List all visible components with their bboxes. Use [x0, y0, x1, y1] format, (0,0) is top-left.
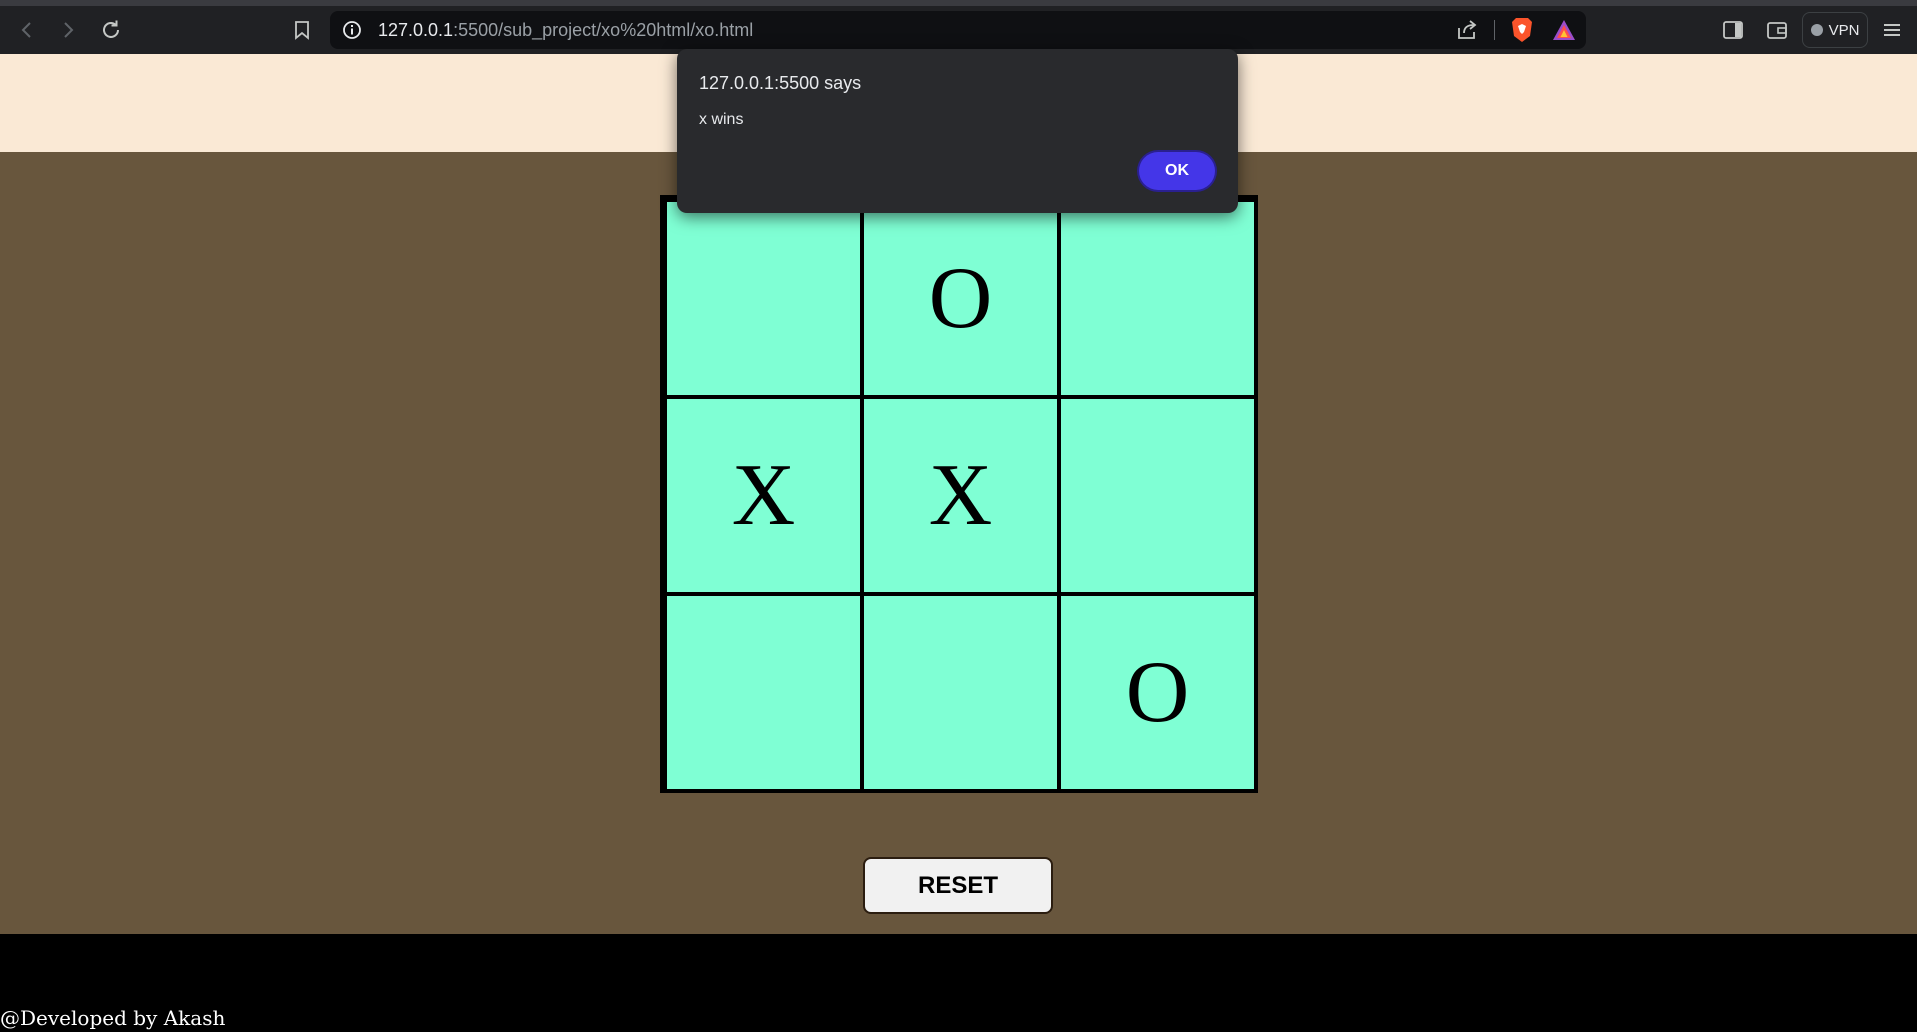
sidebar-icon[interactable]	[1721, 18, 1745, 42]
bookmark-button[interactable]	[284, 12, 320, 48]
chevron-left-icon	[21, 22, 31, 38]
alert-message: x wins	[699, 111, 744, 128]
board-cell[interactable]: O	[1061, 596, 1254, 789]
brave-rewards-icon[interactable]	[1552, 19, 1576, 41]
reset-button[interactable]: RESET	[863, 857, 1053, 914]
menu-icon[interactable]	[1880, 18, 1904, 42]
board-cell[interactable]	[1061, 399, 1254, 592]
reload-icon	[103, 20, 119, 38]
board-cell[interactable]	[864, 596, 1057, 789]
board-cell[interactable]: O	[864, 202, 1057, 395]
wallet-icon[interactable]	[1765, 18, 1789, 42]
url-text[interactable]: 127.0.0.1:5500/sub_project/xo%20html/xo.…	[378, 19, 753, 41]
browser-toolbar: 127.0.0.1:5500/sub_project/xo%20html/xo.…	[0, 6, 1917, 54]
chevron-right-icon	[64, 22, 74, 38]
site-info-icon[interactable]	[342, 20, 362, 40]
ok-button[interactable]: OK	[1139, 152, 1215, 190]
alert-dialog: 127.0.0.1:5500 says x wins OK	[677, 49, 1238, 213]
share-icon[interactable]	[1456, 19, 1478, 41]
vpn-status-icon	[1810, 24, 1823, 36]
board-cell[interactable]	[1061, 202, 1254, 395]
alert-title: 127.0.0.1:5500 says	[699, 73, 862, 93]
board-cell[interactable]	[667, 596, 860, 789]
developer-credit: @Developed by Akash	[0, 1006, 226, 1030]
vpn-label: VPN	[1828, 21, 1860, 39]
forward-button[interactable]	[50, 12, 86, 48]
vpn-button[interactable]: VPN	[1802, 12, 1868, 48]
bookmark-icon	[295, 21, 309, 40]
reload-button[interactable]	[93, 12, 129, 48]
divider	[1494, 20, 1495, 40]
back-button[interactable]	[9, 12, 45, 48]
brave-shields-icon[interactable]	[1510, 17, 1534, 43]
board-cell[interactable]: X	[667, 399, 860, 592]
board-cell[interactable]	[667, 202, 860, 395]
board-cell[interactable]: X	[864, 399, 1057, 592]
game-board: O X X O	[660, 195, 1258, 793]
address-bar[interactable]: 127.0.0.1:5500/sub_project/xo%20html/xo.…	[330, 11, 1586, 49]
url-path: :5500/sub_project/xo%20html/xo.html	[453, 20, 754, 40]
url-host: 127.0.0.1	[378, 20, 454, 40]
